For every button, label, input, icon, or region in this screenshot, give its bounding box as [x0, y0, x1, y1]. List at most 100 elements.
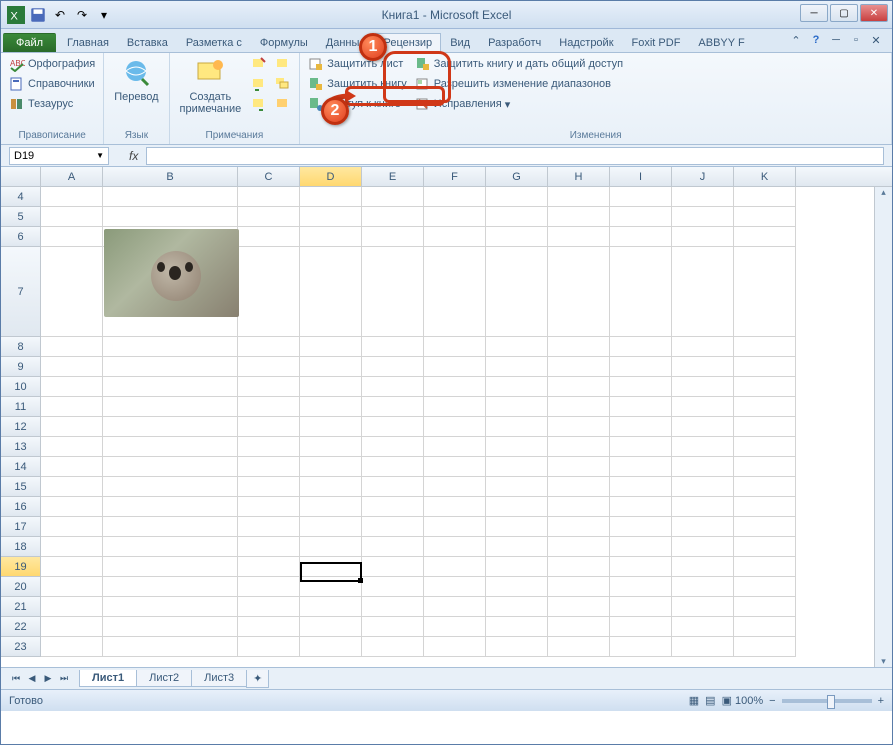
cell[interactable] — [672, 497, 734, 517]
cell[interactable] — [548, 637, 610, 657]
cell[interactable] — [362, 477, 424, 497]
cell[interactable] — [548, 617, 610, 637]
cell[interactable] — [672, 437, 734, 457]
cell[interactable] — [362, 357, 424, 377]
cell[interactable] — [734, 337, 796, 357]
cell[interactable] — [103, 357, 238, 377]
cell[interactable] — [300, 537, 362, 557]
cell[interactable] — [548, 497, 610, 517]
cell[interactable] — [238, 517, 300, 537]
cell[interactable] — [238, 357, 300, 377]
cell[interactable] — [238, 617, 300, 637]
cell[interactable] — [672, 557, 734, 577]
cell[interactable] — [103, 187, 238, 207]
row-header[interactable]: 5 — [1, 207, 41, 227]
cell[interactable] — [103, 497, 238, 517]
cell[interactable] — [672, 597, 734, 617]
cell[interactable] — [424, 357, 486, 377]
cell[interactable] — [548, 207, 610, 227]
row-header[interactable]: 12 — [1, 417, 41, 437]
row-header[interactable]: 18 — [1, 537, 41, 557]
cell[interactable] — [486, 187, 548, 207]
cell[interactable] — [734, 357, 796, 377]
cell[interactable] — [424, 577, 486, 597]
cell[interactable] — [103, 557, 238, 577]
cell[interactable] — [41, 337, 103, 357]
tab-view[interactable]: Вид — [441, 33, 479, 52]
maximize-button[interactable]: ▢ — [830, 4, 858, 22]
tab-insert[interactable]: Вставка — [118, 33, 177, 52]
cell[interactable] — [362, 207, 424, 227]
zoom-out-button[interactable]: − — [769, 695, 775, 707]
cell[interactable] — [672, 477, 734, 497]
cell[interactable] — [734, 617, 796, 637]
cell[interactable] — [610, 557, 672, 577]
zoom-in-button[interactable]: + — [878, 695, 884, 707]
cell[interactable] — [610, 437, 672, 457]
protect-share-button[interactable]: Защитить книгу и дать общий доступ — [413, 55, 625, 73]
cell[interactable] — [238, 337, 300, 357]
cell[interactable] — [672, 337, 734, 357]
cell[interactable] — [103, 537, 238, 557]
cell[interactable] — [424, 477, 486, 497]
cell[interactable] — [103, 397, 238, 417]
cell[interactable] — [424, 617, 486, 637]
cell[interactable] — [362, 377, 424, 397]
show-ink-button[interactable] — [273, 95, 293, 113]
redo-icon[interactable]: ↷ — [73, 6, 91, 24]
cell[interactable] — [734, 207, 796, 227]
cell[interactable] — [238, 247, 300, 337]
cell[interactable] — [672, 637, 734, 657]
cell[interactable] — [300, 477, 362, 497]
name-box[interactable]: D19▼ — [9, 147, 109, 165]
cell[interactable] — [103, 377, 238, 397]
cell[interactable] — [238, 597, 300, 617]
new-comment-button[interactable]: Создать примечание — [176, 55, 246, 117]
cell[interactable] — [238, 397, 300, 417]
cell[interactable] — [424, 337, 486, 357]
col-header[interactable]: A — [41, 167, 103, 186]
cell[interactable] — [672, 207, 734, 227]
cell[interactable] — [103, 417, 238, 437]
cell[interactable] — [734, 377, 796, 397]
cell[interactable] — [734, 557, 796, 577]
cell[interactable] — [424, 247, 486, 337]
cell[interactable] — [610, 457, 672, 477]
cell[interactable] — [548, 537, 610, 557]
cell[interactable] — [610, 577, 672, 597]
row-header[interactable]: 15 — [1, 477, 41, 497]
cell[interactable] — [103, 337, 238, 357]
cell[interactable] — [734, 397, 796, 417]
cell[interactable] — [41, 397, 103, 417]
cell[interactable] — [734, 437, 796, 457]
cell[interactable] — [238, 537, 300, 557]
cell[interactable] — [424, 497, 486, 517]
zoom-slider[interactable] — [782, 699, 872, 703]
cell[interactable] — [362, 187, 424, 207]
cell[interactable] — [672, 377, 734, 397]
thesaurus-button[interactable]: Тезаурус — [7, 95, 97, 113]
sheet-tab[interactable]: Лист3 — [191, 670, 247, 687]
cell[interactable] — [424, 517, 486, 537]
protect-workbook-button[interactable]: Защитить книгу — [306, 75, 409, 93]
col-header[interactable]: G — [486, 167, 548, 186]
cell[interactable] — [238, 577, 300, 597]
sheet-first-icon[interactable]: ⏮ — [9, 672, 23, 686]
cell[interactable] — [548, 397, 610, 417]
cell[interactable] — [734, 517, 796, 537]
cell[interactable] — [300, 397, 362, 417]
cell[interactable] — [548, 227, 610, 247]
col-header[interactable]: C — [238, 167, 300, 186]
col-header[interactable]: H — [548, 167, 610, 186]
cell[interactable] — [734, 537, 796, 557]
cell[interactable] — [486, 207, 548, 227]
cell[interactable] — [41, 577, 103, 597]
cell[interactable] — [41, 207, 103, 227]
sheet-last-icon[interactable]: ⏭ — [57, 672, 71, 686]
cell[interactable] — [41, 417, 103, 437]
cell[interactable] — [672, 537, 734, 557]
cell[interactable] — [300, 437, 362, 457]
cell[interactable] — [672, 517, 734, 537]
row-header[interactable]: 8 — [1, 337, 41, 357]
cell[interactable] — [734, 247, 796, 337]
